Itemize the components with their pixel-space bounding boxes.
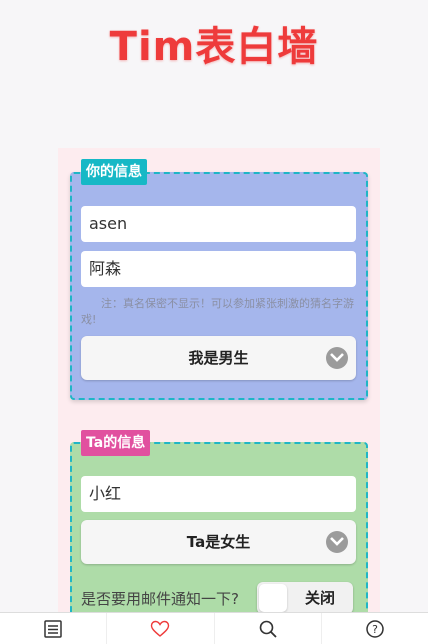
tab-search[interactable] — [215, 613, 322, 644]
ta-info-badge: Ta的信息 — [81, 430, 151, 456]
toggle-knob — [259, 584, 287, 612]
your-gender-label: 我是男生 — [188, 349, 249, 367]
page-title: Tim表白墙 — [109, 24, 319, 70]
your-info-badge: 你的信息 — [81, 159, 147, 185]
chevron-down-icon — [326, 531, 348, 553]
bottom-tab-bar: ? — [0, 612, 428, 644]
ta-name-input[interactable]: 小红 — [81, 476, 356, 512]
your-name-input[interactable]: asen — [81, 206, 356, 242]
tab-heart[interactable] — [107, 613, 215, 644]
toggle-label: 关闭 — [304, 589, 335, 607]
ta-gender-label: Ta是女生 — [186, 533, 251, 551]
search-icon — [259, 620, 277, 638]
email-notify-toggle[interactable]: 关闭 — [257, 582, 353, 614]
list-icon — [44, 619, 62, 638]
heart-icon — [151, 620, 170, 637]
tab-list[interactable] — [0, 613, 108, 644]
your-real-name-input[interactable]: 阿森 — [81, 251, 356, 287]
help-icon: ? — [366, 619, 384, 638]
chevron-down-icon — [326, 347, 348, 369]
your-gender-select[interactable]: 我是男生 — [81, 336, 356, 380]
privacy-note: 注：真名保密不显示！可以参加紧张刺激的猜名字游戏! — [81, 297, 354, 326]
ta-gender-select[interactable]: Ta是女生 — [81, 520, 356, 564]
svg-text:?: ? — [372, 623, 378, 636]
tab-help[interactable]: ? — [322, 613, 428, 644]
email-notify-label: 是否要用邮件通知一下? — [81, 590, 239, 608]
